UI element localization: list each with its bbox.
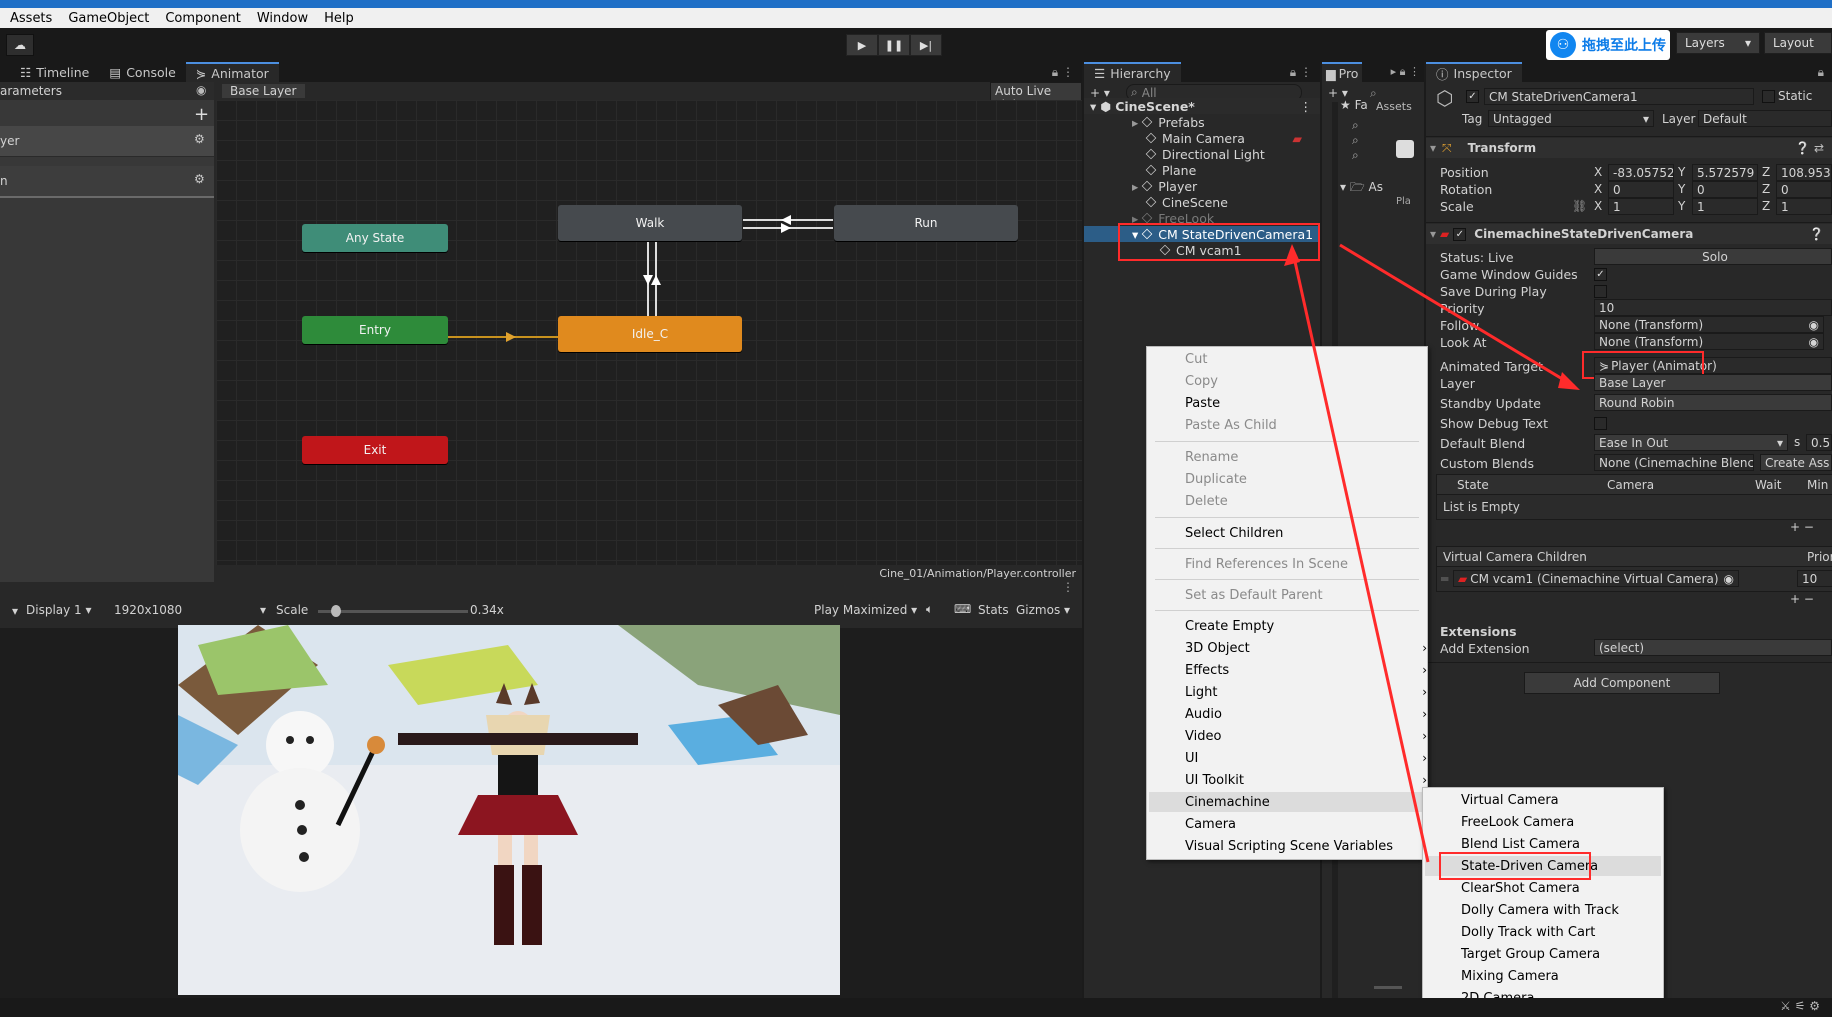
annotation-arrow-to-animated-target <box>1339 243 1575 388</box>
status-icons[interactable]: ⚔ ⚟ ⚙ <box>1780 999 1820 1013</box>
annotation-arrow-head <box>1284 244 1300 266</box>
annotation-arrows <box>1284 243 1580 863</box>
annotation-arrow-to-hierarchy <box>1290 247 1430 863</box>
status-bar: ⚔ ⚟ ⚙ <box>0 998 1832 1017</box>
annotation-arrow-head <box>1558 372 1580 390</box>
